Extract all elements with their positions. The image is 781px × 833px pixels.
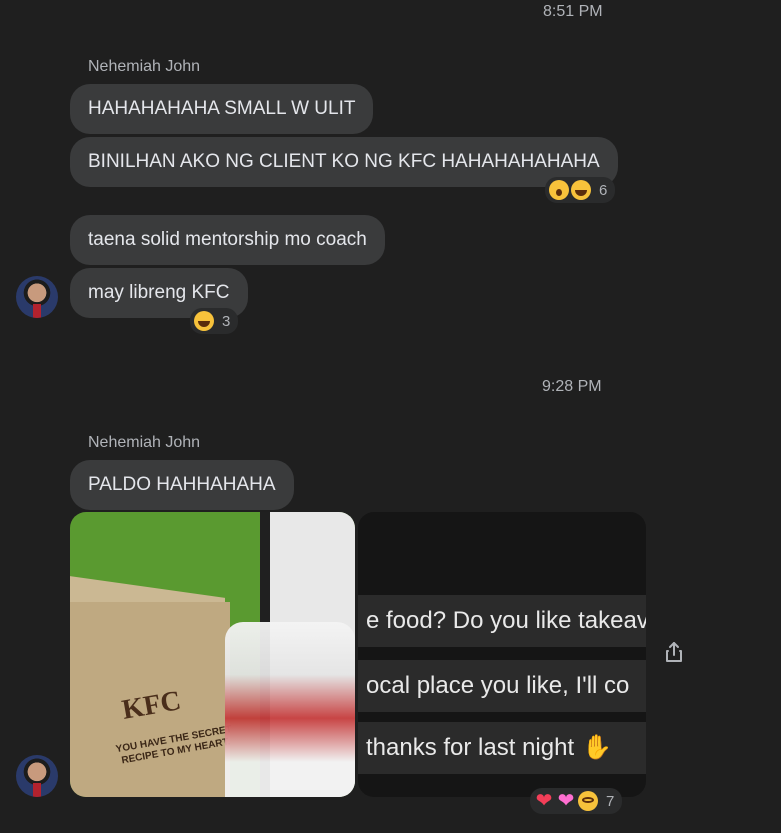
share-icon[interactable]: [662, 640, 686, 664]
message-bubble[interactable]: HAHAHAHAHA SMALL W ULIT: [70, 84, 374, 134]
screenshot-line-text: thanks for last night: [366, 734, 575, 761]
haha-emoji-icon: [571, 180, 591, 200]
wow-emoji-icon: [549, 180, 569, 200]
reaction-count: 3: [222, 312, 231, 330]
timestamp: 9:28 PM: [542, 378, 602, 395]
folded-hands-icon: ✋: [582, 734, 613, 761]
heart-emoji-icon: ❤: [535, 790, 553, 812]
reaction-summary[interactable]: 6: [545, 177, 616, 203]
pink-heart-emoji-icon: ❤: [557, 790, 575, 812]
timestamp: 8:51 PM: [543, 3, 603, 20]
reaction-summary[interactable]: 3: [190, 308, 239, 334]
sender-name: Nehemiah John: [88, 434, 201, 451]
screenshot-line: thanks for last night ✋: [358, 722, 646, 774]
crying-face-emoji-icon: [578, 791, 598, 811]
reaction-count: 6: [599, 181, 608, 199]
message-bubble[interactable]: taena solid mentorship mo coach: [70, 215, 385, 265]
message-bubble[interactable]: BINILHAN AKO NG CLIENT KO NG KFC HAHAHAH…: [70, 137, 618, 187]
sender-name: Nehemiah John: [88, 58, 201, 75]
haha-emoji-icon: [194, 311, 214, 331]
photo-cup: [225, 622, 355, 797]
avatar[interactable]: [16, 276, 58, 318]
screenshot-line: ocal place you like, I'll co: [358, 660, 646, 712]
reaction-summary[interactable]: ❤ ❤ 7: [530, 788, 623, 814]
avatar[interactable]: [16, 755, 58, 797]
screenshot-attachment[interactable]: e food? Do you like takeav ocal place yo…: [358, 512, 646, 797]
photo-attachment[interactable]: KFC YOU HAVE THE SECRET RECIPE TO MY HEA…: [70, 512, 355, 797]
screenshot-line: e food? Do you like takeav: [358, 595, 646, 647]
message-bubble[interactable]: PALDO HAHHAHAHA: [70, 460, 294, 510]
reaction-count: 7: [606, 792, 615, 810]
